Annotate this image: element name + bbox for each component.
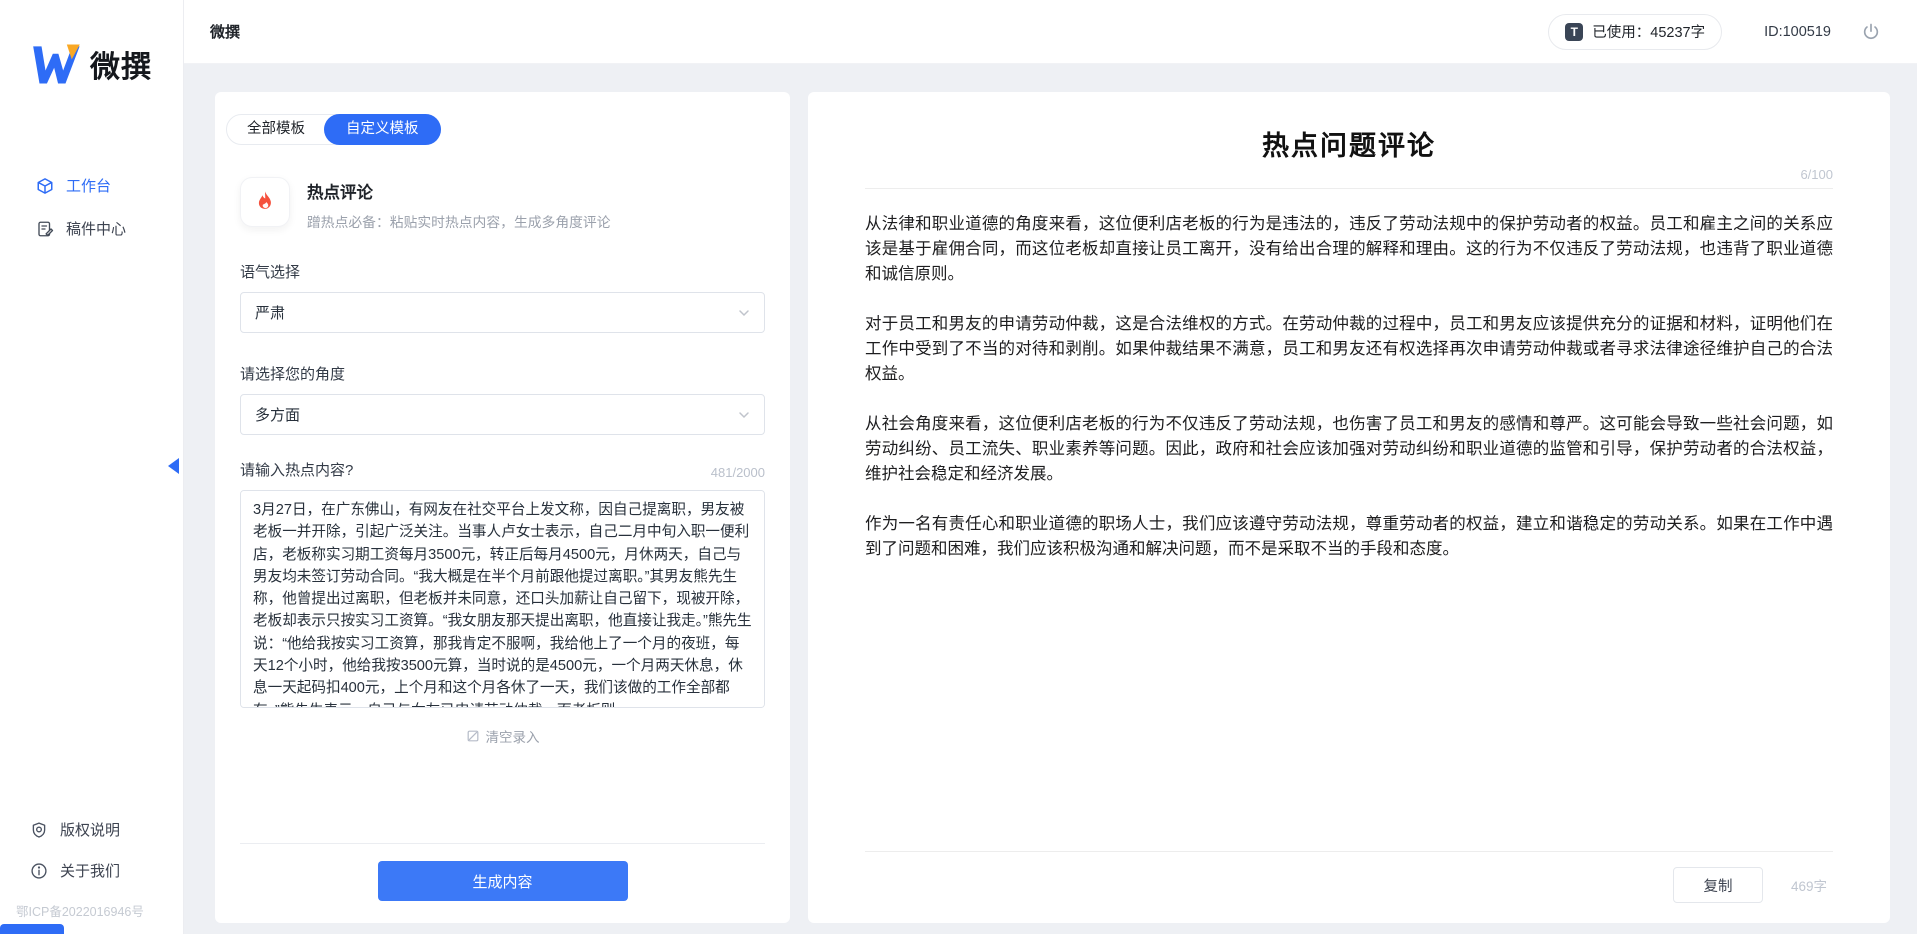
hot-content-label-row: 请输入热点内容? 481/2000 (240, 459, 765, 480)
logout-power-icon[interactable] (1861, 22, 1881, 42)
generated-document-panel: 热点问题评论 6/100 从法律和职业道德的角度来看，这位便利店老板的行为是违法… (808, 92, 1890, 923)
sidebar: 微撰 工作台 (0, 0, 184, 934)
generate-button[interactable]: 生成内容 (378, 861, 628, 901)
shield-icon (30, 821, 48, 839)
template-title: 热点评论 (307, 179, 611, 203)
hot-content-label: 请输入热点内容? (240, 459, 353, 480)
sidebar-item-workbench[interactable]: 工作台 (0, 164, 183, 207)
chevron-down-icon (738, 409, 750, 421)
user-id: ID:100519 (1764, 24, 1831, 40)
sidebar-item-about[interactable]: 关于我们 (0, 850, 183, 891)
app-root: 微撰 工作台 (0, 0, 1917, 934)
tab-custom-templates[interactable]: 自定义模板 (324, 114, 441, 145)
logo-text: 微撰 (90, 42, 152, 86)
header-right: T 已使用：45237字 ID:100519 (1548, 14, 1917, 50)
logo-w-icon (28, 42, 80, 86)
tone-label: 语气选择 (240, 261, 765, 282)
word-count-icon: T (1565, 23, 1583, 41)
clear-input-label: 清空录入 (486, 726, 540, 746)
template-form-panel: 全部模板 自定义模板 热点评论 蹭热点必备：粘贴实时热点内容，生成多角度评论 语… (215, 92, 790, 923)
sidebar-nav: 工作台 稿件中心 (0, 164, 183, 250)
doc-paragraph: 从法律和职业道德的角度来看，这位便利店老板的行为是违法的，违反了劳动法规中的保护… (865, 211, 1833, 286)
usage-label: 已使用：45237字 (1592, 21, 1705, 42)
tone-value: 严肃 (255, 302, 285, 323)
flame-icon (240, 177, 290, 227)
sidebar-item-label: 关于我们 (60, 860, 120, 881)
eraser-icon (466, 729, 480, 743)
clear-input-button[interactable]: 清空录入 (240, 726, 765, 746)
sidebar-item-label: 稿件中心 (66, 218, 126, 239)
document-footer: 复制 469字 (865, 852, 1833, 903)
hot-content-textarea[interactable]: 3月27日，在广东佛山，有网友在社交平台上发文称，因自己提离职，男友被老板一并开… (240, 490, 765, 708)
template-tabs: 全部模板 自定义模板 (226, 114, 441, 145)
doc-paragraph: 对于员工和男友的申请劳动仲裁，这是合法维权的方式。在劳动仲裁的过程中，员工和男友… (865, 311, 1833, 386)
angle-label: 请选择您的角度 (240, 363, 765, 384)
doc-paragraph: 作为一名有责任心和职业道德的职场人士，我们应该遵守劳动法规，尊重劳动者的权益，建… (865, 511, 1833, 561)
template-desc: 蹭热点必备：粘贴实时热点内容，生成多角度评论 (307, 211, 611, 231)
tone-select[interactable]: 严肃 (240, 292, 765, 333)
page-title: 热点问题评论 (865, 124, 1833, 163)
info-icon (30, 862, 48, 880)
tab-all-templates[interactable]: 全部模板 (227, 115, 325, 144)
header-brand: 微撰 (210, 21, 240, 42)
doc-paragraph: 从社会角度来看，这位便利店老板的行为不仅违反了劳动法规，也伤害了员工和男友的感情… (865, 411, 1833, 486)
sidebar-item-drafts[interactable]: 稿件中心 (0, 207, 183, 250)
main-content: 全部模板 自定义模板 热点评论 蹭热点必备：粘贴实时热点内容，生成多角度评论 语… (184, 64, 1917, 934)
generate-area: 生成内容 (240, 843, 765, 923)
sidebar-item-label: 工作台 (66, 175, 111, 196)
top-header: 微撰 T 已使用：45237字 ID:100519 (184, 0, 1917, 64)
icp-number: 鄂ICP备2022016946号 (0, 891, 183, 920)
char-counter: 481/2000 (711, 465, 765, 480)
copy-button[interactable]: 复制 (1673, 867, 1763, 903)
corner-widget[interactable] (0, 924, 64, 934)
workbench-cube-icon (36, 177, 54, 195)
app-logo: 微撰 (0, 0, 183, 86)
title-counter: 6/100 (865, 167, 1833, 182)
sidebar-item-label: 版权说明 (60, 819, 120, 840)
document-icon (36, 220, 54, 238)
sidebar-footer: 版权说明 关于我们 鄂ICP备2022016946号 (0, 809, 183, 920)
chevron-down-icon (738, 307, 750, 319)
template-card-hot-comment[interactable]: 热点评论 蹭热点必备：粘贴实时热点内容，生成多角度评论 (240, 177, 765, 231)
sidebar-item-copyright[interactable]: 版权说明 (0, 809, 183, 850)
angle-select[interactable]: 多方面 (240, 394, 765, 435)
generated-text: 从法律和职业道德的角度来看，这位便利店老板的行为是违法的，违反了劳动法规中的保护… (865, 211, 1833, 586)
angle-value: 多方面 (255, 404, 300, 425)
usage-pill[interactable]: T 已使用：45237字 (1548, 14, 1722, 50)
word-count: 469字 (1791, 875, 1827, 895)
sidebar-collapse-button[interactable] (168, 458, 179, 474)
template-card-text: 热点评论 蹭热点必备：粘贴实时热点内容，生成多角度评论 (307, 177, 611, 231)
title-divider (865, 188, 1833, 189)
